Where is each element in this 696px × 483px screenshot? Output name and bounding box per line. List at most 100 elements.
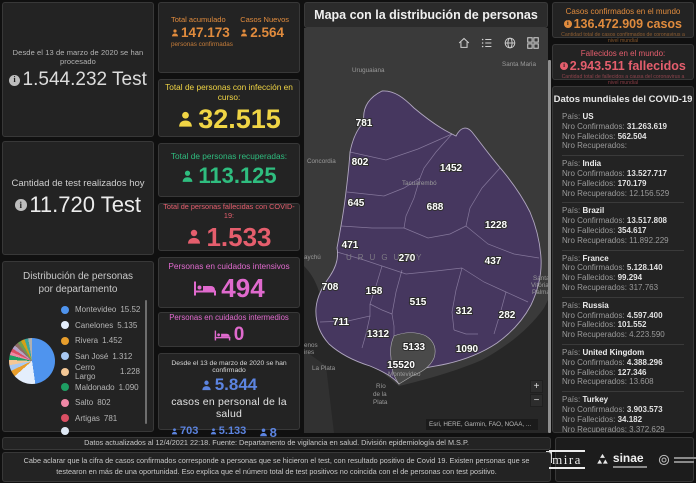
legend-department-name: Montevideo [75,305,116,314]
active-cases-card: Total de personas con infección en curso… [158,79,300,137]
map-svg[interactable]: UruguaianaSanta MariaConcordiaTacuarembó… [304,28,548,433]
accumulated-sublabel: personas confirmadas [171,41,233,48]
accumulated-value: 147.173 [181,25,230,40]
health-workers-intro: Desde el 13 de marzo de 2020 se han conf… [159,360,299,374]
person-icon [240,29,248,37]
country-stat-line: País: France [562,254,684,264]
department-count-artigas: 781 [356,118,373,129]
department-count-maldonado: 1090 [456,344,479,355]
geo-label: enos [304,342,318,349]
department-pie-chart [9,338,55,384]
pie-legend[interactable]: Montevideo15.520Canelones5.135Rivera1.45… [61,302,140,427]
country-list[interactable]: País: USNro Confirmados: 31.263.619Nro F… [553,109,693,432]
info-icon [15,199,27,211]
geo-label: La Plata [312,365,336,372]
deceased-card: Total de personas fallecidas con COVID-1… [158,203,300,251]
info-icon [9,75,20,86]
country-stat-line: Nro Fallecidos: 170.179 [562,179,684,189]
legend-department-value: 1.312 [112,352,132,361]
country-entry: País: IndiaNro Confirmados: 13.527.717Nr… [562,156,684,203]
country-stat-line: Nro Fallecidos: 99.294 [562,273,684,283]
legend-item: Rivera1.452 [61,333,140,349]
intermediate-care-value: 0 [234,324,245,346]
person-icon [181,170,194,183]
country-stat-line: Nro Recuperados: [562,141,684,151]
deceased-value: 1.533 [206,222,271,253]
country-entry: País: TurkeyNro Confirmados: 3.903.573Nr… [562,392,684,432]
footer-updated-bar: Datos actualizados al 12/4/2021 22:18. F… [2,437,551,450]
sinae-subtitle-line [613,466,647,468]
legend-item: Cerro Largo1.228 [61,364,140,380]
country-entry: País: RussiaNro Confirmados: 4.597.400Nr… [562,298,684,345]
footer-logos: mira sinae [555,437,694,482]
new-cases-value: 2.564 [250,25,284,40]
basemap-icon[interactable] [503,36,517,50]
overview-icon[interactable] [526,36,540,50]
ministry-logo [658,454,696,466]
footer-updated-text: Datos actualizados al 12/4/2021 22:18. F… [84,438,469,449]
country-stat-line: Nro Confirmados: 13.527.717 [562,169,684,179]
legend-color-dot [61,337,69,345]
department-count-flores: 158 [366,286,383,297]
world-cases-card: Casos confirmados en el mundo 136.472.90… [552,2,694,38]
country-stat-line: Nro Fallecidos: 34.182 [562,415,684,425]
info-icon [560,62,568,70]
country-stat-line: Nro Recuperados: 12.156.529 [562,189,684,199]
department-count-san-jos-: 1312 [367,329,390,340]
geo-label: Río [376,383,386,390]
deceased-label: Total de personas fallecidas con COVID-1… [159,202,299,220]
health-workers-card: Desde el 13 de marzo de 2020 se han conf… [158,353,300,430]
accumulated-total: Total acumulado 147.173 personas confirm… [171,15,233,48]
legend-color-dot [61,399,69,407]
country-stat-line: Nro Recuperados: 3.372.629 [562,425,684,432]
zoom-in-button[interactable]: + [530,380,543,393]
person-icon [201,380,212,391]
legend-color-dot [61,368,69,376]
department-count-cerro-largo: 1228 [485,220,508,231]
legend-color-dot [61,383,69,391]
person-icon [259,428,268,437]
legend-scrollbar[interactable] [145,300,147,424]
world-cases-title: Casos confirmados en el mundo [553,7,693,16]
legend-color-dot [61,321,69,329]
country-stat-line: Nro Recuperados: 11.892.229 [562,236,684,246]
country-stat-line: País: Turkey [562,395,684,405]
map-zoom-controls: + − [530,380,543,407]
new-cases-label: Casos Nuevos [240,15,289,24]
zoom-out-button[interactable]: − [530,394,543,407]
legend-item: San José1.312 [61,349,140,365]
legend-department-name: Maldonado [75,383,115,392]
legend-department-value: 1.090 [119,383,139,392]
recovered-card: Total de personas recuperadas: 113.125 [158,143,300,197]
uruguay-map[interactable]: UruguaianaSanta MariaConcordiaTacuarembó… [304,28,548,433]
department-count-paysand-: 645 [348,198,365,209]
department-count-treinta-y-tres: 437 [485,256,502,267]
legend-department-value: 781 [104,414,117,423]
home-icon[interactable] [457,36,471,50]
intermediate-care-label: Personas en cuidados intermedios [169,313,289,322]
legend-item: Salto802 [61,395,140,411]
geo-label: Palmar [532,289,548,296]
legend-department-value: 15.520 [120,305,140,314]
legend-item: Montevideo 15.520 [61,302,140,318]
recycle-icon [596,453,609,466]
geo-label: aychú [304,254,321,261]
department-count-rivera: 1452 [440,163,463,174]
legend-item: Artigas781 [61,411,140,427]
accumulated-label: Total acumulado [171,15,233,24]
map-toolbar [457,36,540,50]
geo-label: Tacuarembó [402,180,437,187]
emblem-icon [658,454,670,466]
legend-department-value: 1.228 [120,367,140,376]
legend-department-value: 1.452 [102,336,122,345]
legend-color-dot [61,414,69,422]
page-scrollbar[interactable] [548,60,551,433]
department-count-canelones: 5133 [403,342,426,353]
world-deaths-subtitle: Cantidad total de fallecidos a causa del… [553,74,693,86]
department-count-rocha: 282 [499,310,516,321]
department-count-r-o-negro: 471 [342,240,359,251]
country-stat-line: Nro Recuperados: 317.763 [562,283,684,293]
legend-list-icon[interactable] [480,36,494,50]
intermediate-care-card: Personas en cuidados intermedios 0 [158,312,300,347]
department-count-lavalleja: 312 [456,306,473,317]
